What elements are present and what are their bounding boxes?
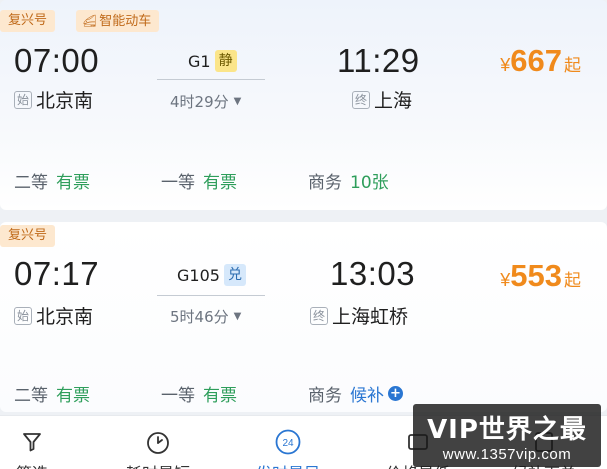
seat-class-label: 一等 (161, 386, 195, 406)
filter-icon (21, 426, 43, 458)
price: ¥ 553 起 (500, 258, 581, 294)
add-waitlist-icon[interactable]: + (388, 386, 403, 401)
seat-business-class: 商务 10张 (308, 168, 389, 193)
seat-class-label: 二等 (14, 386, 48, 406)
seat-second-class: 二等 有票 (14, 168, 90, 193)
seat-status: 有票 (56, 386, 90, 406)
smart-tag-label: 智能动车 (99, 14, 152, 29)
arrival-station: 终 上海 (352, 86, 412, 113)
terminal-mark: 终 (310, 306, 328, 325)
seat-class-label: 商务 (308, 386, 342, 406)
train-number-label: G1 (188, 51, 211, 71)
train-number: G1 静 (188, 50, 237, 72)
price-currency: ¥ (500, 270, 511, 290)
exchange-badge: 兑 (223, 264, 246, 286)
sort-shortest-duration-button[interactable]: 耗时最短 (126, 416, 190, 469)
seat-status: 有票 (203, 173, 237, 193)
train-type-tag: 复兴号 (0, 10, 56, 32)
train-number-label: G105 (177, 265, 220, 285)
seat-class-label: 一等 (161, 173, 195, 193)
filter-label: 筛选 (16, 460, 48, 469)
price-value: 553 (510, 258, 562, 293)
departure-station: 始 北京南 (14, 86, 93, 113)
seat-first-class: 一等 有票 (161, 381, 237, 406)
origin-mark: 始 (14, 306, 32, 325)
quiet-car-badge: 静 (214, 50, 237, 72)
caret-down-icon: ▼ (233, 311, 242, 322)
departure-station: 始 北京南 (14, 302, 93, 329)
duration-label: 4时29分 (170, 93, 229, 111)
seat-second-class: 二等 有票 (14, 381, 90, 406)
watermark-title: VIP世界之最 (427, 415, 587, 445)
price-value: 667 (510, 43, 562, 78)
seat-status: 有票 (56, 173, 90, 193)
train-number: G105 兑 (177, 264, 246, 286)
train-type-tag: 复兴号 (0, 225, 56, 247)
route-line (157, 295, 265, 296)
caret-down-icon: ▼ (233, 96, 242, 107)
seat-status: 10张 (350, 173, 389, 193)
duration-toggle[interactable]: 5时46分 ▼ (170, 306, 241, 327)
clock-24-icon: 24 (274, 426, 302, 458)
sort-earliest-label: 发时最早 (256, 460, 320, 469)
seat-class-label: 商务 (308, 173, 342, 193)
arrival-station: 终 上海虹桥 (310, 302, 408, 329)
price-suffix: 起 (564, 271, 581, 290)
watermark: VIP世界之最 www.1357vip.com (413, 404, 601, 467)
price: ¥ 667 起 (500, 43, 581, 79)
clock-24-text: 24 (282, 438, 294, 449)
filter-button[interactable]: 筛选 (16, 416, 48, 469)
departure-station-name: 北京南 (36, 90, 94, 112)
train-icon: 🚄︎ (82, 14, 98, 28)
train-card[interactable]: 复兴号 🚄︎ 智能动车 07:00 始 北京南 G1 静 4时29分 ▼ 11:2… (0, 0, 607, 210)
watermark-url: www.1357vip.com (442, 446, 572, 463)
smart-train-tag: 🚄︎ 智能动车 (76, 10, 160, 32)
seat-class-label: 二等 (14, 173, 48, 193)
seat-status: 有票 (203, 386, 237, 406)
seat-business-class[interactable]: 商务 候补 + (308, 381, 403, 406)
terminal-mark: 终 (352, 90, 370, 109)
departure-time: 07:17 (14, 255, 100, 292)
price-suffix: 起 (564, 56, 581, 75)
seat-first-class: 一等 有票 (161, 168, 237, 193)
waitlist-link[interactable]: 候补 (350, 381, 384, 406)
arrival-station-name: 上海 (374, 90, 413, 112)
departure-time: 07:00 (14, 42, 100, 79)
origin-mark: 始 (14, 90, 32, 109)
sort-earliest-departure-button[interactable]: 24 发时最早 (256, 416, 320, 469)
route-line (157, 79, 265, 80)
duration-label: 5时46分 (170, 308, 229, 326)
duration-toggle[interactable]: 4时29分 ▼ (170, 91, 241, 112)
arrival-time: 11:29 (337, 42, 420, 79)
arrival-time: 13:03 (330, 255, 416, 292)
train-card[interactable]: 复兴号 07:17 始 北京南 G105 兑 5时46分 ▼ 13:03 终 上… (0, 222, 607, 412)
departure-station-name: 北京南 (36, 306, 94, 328)
arrival-station-name: 上海虹桥 (332, 306, 409, 328)
price-currency: ¥ (500, 55, 511, 75)
sort-shortest-label: 耗时最短 (126, 460, 190, 469)
timer-icon (145, 426, 171, 458)
